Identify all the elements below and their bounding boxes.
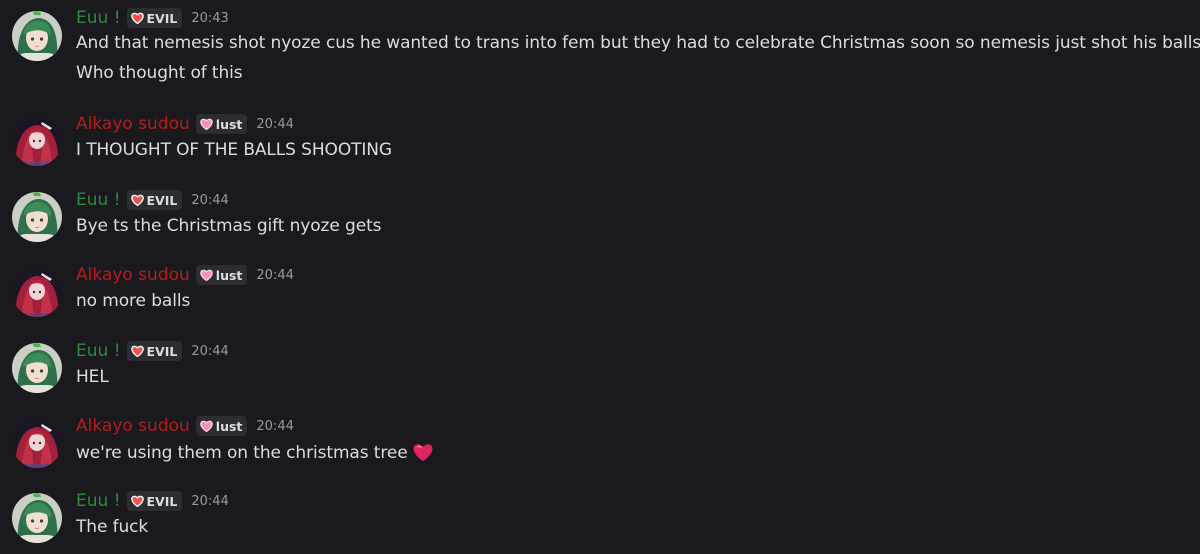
role-tag[interactable]: lust	[195, 114, 248, 134]
role-tag-label: lust	[215, 116, 243, 132]
heart-icon	[130, 345, 144, 357]
message-text-row: we're using them on the christmas tree	[76, 442, 434, 467]
role-tag-label: EVIL	[146, 10, 178, 26]
avatar-alkayo[interactable]	[12, 116, 62, 166]
message-header: Euu ! EVIL 20:44	[76, 189, 229, 211]
chat-message: Euu ! EVIL 20:44 The fuck	[0, 490, 1200, 545]
message-header: Alkayo sudou lust 20:44	[76, 113, 294, 135]
message-text: HEL	[76, 367, 109, 387]
message-text: I THOUGHT OF THE BALLS SHOOTING	[76, 140, 392, 160]
username[interactable]: Alkayo sudou	[76, 416, 190, 436]
message-text: And that nemesis shot nyoze cus he wante…	[76, 33, 1200, 53]
message-text: no more balls	[76, 291, 191, 311]
heart-icon	[130, 194, 144, 206]
username[interactable]: Euu !	[76, 341, 121, 361]
role-tag[interactable]: EVIL	[126, 8, 183, 28]
message-text: we're using them on the christmas tree	[76, 443, 408, 463]
avatar-euu[interactable]	[12, 343, 62, 393]
role-tag[interactable]: EVIL	[126, 190, 183, 210]
role-tag-label: lust	[215, 418, 243, 434]
heart-icon	[130, 12, 144, 24]
heart-icon	[200, 420, 213, 432]
timestamp[interactable]: 20:43	[191, 11, 228, 26]
chat-message: Euu ! EVIL 20:44 Bye ts the Christmas gi…	[0, 189, 1200, 244]
timestamp[interactable]: 20:44	[256, 117, 293, 132]
chat-message: Alkayo sudou lust 20:44 we're using them…	[0, 415, 1200, 470]
message-text: The fuck	[76, 517, 149, 537]
role-tag-label: EVIL	[146, 493, 178, 509]
avatar-euu-icon	[12, 343, 62, 393]
message-header: Euu ! EVIL 20:44	[76, 340, 229, 362]
chat-message: Euu ! EVIL 20:44 HEL	[0, 340, 1200, 395]
avatar-euu[interactable]	[12, 192, 62, 242]
message-header: Alkayo sudou lust 20:44	[76, 264, 294, 286]
avatar-euu-icon	[12, 11, 62, 61]
role-tag-label: EVIL	[146, 192, 178, 208]
avatar-euu[interactable]	[12, 11, 62, 61]
role-tag-label: EVIL	[146, 343, 178, 359]
role-tag[interactable]: EVIL	[126, 491, 183, 511]
message-header: Alkayo sudou lust 20:44	[76, 415, 294, 437]
role-tag[interactable]: lust	[195, 265, 248, 285]
timestamp[interactable]: 20:44	[256, 419, 293, 434]
timestamp[interactable]: 20:44	[191, 494, 228, 509]
heart-icon	[130, 495, 144, 507]
avatar-euu[interactable]	[12, 493, 62, 543]
avatar-alkayo-icon	[12, 267, 62, 317]
timestamp[interactable]: 20:44	[191, 344, 228, 359]
heart-icon	[200, 118, 213, 130]
chat-message: Alkayo sudou lust 20:44 no more balls	[0, 264, 1200, 319]
message-header: Euu ! EVIL 20:44	[76, 490, 229, 512]
username[interactable]: Alkayo sudou	[76, 265, 190, 285]
chat-message: Alkayo sudou lust 20:44 I THOUGHT OF THE…	[0, 113, 1200, 168]
username[interactable]: Euu !	[76, 8, 121, 28]
avatar-euu-icon	[12, 192, 62, 242]
avatar-alkayo-icon	[12, 116, 62, 166]
timestamp[interactable]: 20:44	[256, 268, 293, 283]
avatar-alkayo[interactable]	[12, 267, 62, 317]
username[interactable]: Euu !	[76, 491, 121, 511]
message-header: Euu ! EVIL 20:43	[76, 7, 229, 29]
chat-message-list: Euu ! EVIL 20:43 And that nemesis shot n…	[0, 0, 1200, 554]
chat-message: Euu ! EVIL 20:43 And that nemesis shot n…	[0, 7, 1200, 92]
role-tag-label: lust	[215, 267, 243, 283]
message-text: Bye ts the Christmas gift nyoze gets	[76, 216, 382, 236]
avatar-euu-icon	[12, 493, 62, 543]
role-tag[interactable]: EVIL	[126, 341, 183, 361]
username[interactable]: Euu !	[76, 190, 121, 210]
role-tag[interactable]: lust	[195, 416, 248, 436]
message-text: Who thought of this	[76, 63, 243, 83]
avatar-alkayo[interactable]	[12, 418, 62, 468]
heart-icon	[200, 269, 213, 281]
username[interactable]: Alkayo sudou	[76, 114, 190, 134]
timestamp[interactable]: 20:44	[191, 193, 228, 208]
red-heart-icon[interactable]	[412, 442, 434, 467]
avatar-alkayo-icon	[12, 418, 62, 468]
